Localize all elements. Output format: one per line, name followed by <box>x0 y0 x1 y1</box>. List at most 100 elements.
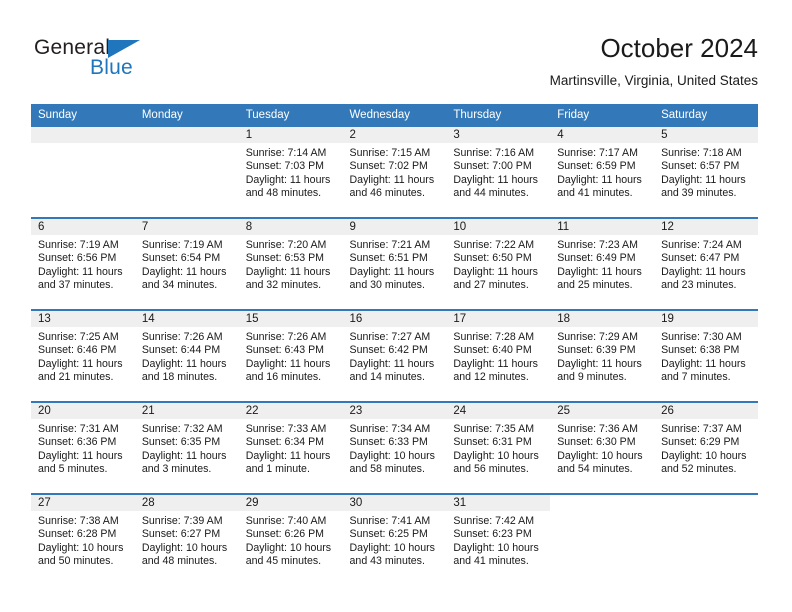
calendar-day-cell[interactable]: 26 Sunrise: 7:37 AM Sunset: 6:29 PM Dayligh… <box>654 401 758 494</box>
sunset-text: Sunset: 7:02 PM <box>349 160 428 173</box>
day-number: 29 <box>238 495 343 511</box>
sunrise-text: Sunrise: 7:25 AM <box>38 331 119 343</box>
day-cell-inner: 1 Sunrise: 7:14 AM Sunset: 7:03 PM Daylight… <box>238 127 343 215</box>
sunrise-text: Sunrise: 7:26 AM <box>245 331 327 343</box>
daylight-text-line2: and 30 minutes. <box>349 279 425 292</box>
calendar-day-cell[interactable]: 21 Sunrise: 7:32 AM Sunset: 6:35 PM Dayligh… <box>134 401 239 494</box>
calendar-day-cell[interactable]: 19 Sunrise: 7:30 AM Sunset: 6:38 PM Dayligh… <box>654 309 758 402</box>
sunrise-text: Sunrise: 7:40 AM <box>245 515 327 527</box>
title-block: October 2024 Martinsville, Virginia, Uni… <box>550 32 758 91</box>
calendar-day-cell[interactable]: 6 Sunrise: 7:19 AM Sunset: 6:56 PM Daylight… <box>31 217 135 310</box>
calendar-day-cell[interactable]: 15 Sunrise: 7:26 AM Sunset: 6:43 PM Dayligh… <box>238 309 343 402</box>
calendar-day-cell[interactable]: 20 Sunrise: 7:31 AM Sunset: 6:36 PM Dayligh… <box>31 401 135 494</box>
calendar-day-cell[interactable]: 1 Sunrise: 7:14 AM Sunset: 7:03 PM Daylight… <box>238 127 343 218</box>
day-number: 9 <box>342 219 447 235</box>
daylight-text-line1: Daylight: 11 hours <box>349 265 435 278</box>
calendar-day-cell[interactable]: 11 Sunrise: 7:23 AM Sunset: 6:49 PM Dayligh… <box>550 217 655 310</box>
sunrise-text: Sunrise: 7:14 AM <box>245 147 327 159</box>
day-number: 31 <box>446 495 551 511</box>
calendar-day-cell[interactable]: 31 Sunrise: 7:42 AM Sunset: 6:23 PM Dayligh… <box>446 493 551 585</box>
calendar-day-cell[interactable]: 13 Sunrise: 7:25 AM Sunset: 6:46 PM Dayligh… <box>31 309 135 402</box>
page-subtitle: Martinsville, Virginia, United States <box>549 73 758 88</box>
day-cell-inner: 2 Sunrise: 7:15 AM Sunset: 7:02 PM Daylight… <box>342 127 447 215</box>
daylight-text-line2: and 41 minutes. <box>453 555 529 568</box>
calendar-day-cell[interactable]: 18 Sunrise: 7:29 AM Sunset: 6:39 PM Dayligh… <box>550 309 655 402</box>
calendar-day-cell[interactable]: 28 Sunrise: 7:39 AM Sunset: 6:27 PM Dayligh… <box>134 493 239 585</box>
calendar-day-cell[interactable]: 16 Sunrise: 7:27 AM Sunset: 6:42 PM Dayligh… <box>342 309 447 402</box>
day-number: 2 <box>342 127 447 143</box>
calendar-day-cell[interactable]: 30 Sunrise: 7:41 AM Sunset: 6:25 PM Dayligh… <box>342 493 447 585</box>
day-cell-inner: 19 Sunrise: 7:30 AM Sunset: 6:38 PM Dayligh… <box>654 311 758 399</box>
sunrise-text: Sunrise: 7:34 AM <box>349 423 431 435</box>
daylight-text-line1: Daylight: 10 hours <box>245 541 332 554</box>
sunset-text: Sunset: 6:36 PM <box>38 436 117 449</box>
sunset-text: Sunset: 6:50 PM <box>453 252 532 265</box>
sunrise-text: Sunrise: 7:21 AM <box>349 239 431 251</box>
day-number: 27 <box>31 495 135 511</box>
calendar-day-cell[interactable]: 27 Sunrise: 7:38 AM Sunset: 6:28 PM Dayligh… <box>31 493 135 585</box>
sunset-text: Sunset: 6:25 PM <box>349 528 428 541</box>
sunset-text: Sunset: 6:57 PM <box>661 160 740 173</box>
daylight-text-line1: Daylight: 11 hours <box>141 449 227 462</box>
daylight-text-line2: and 39 minutes. <box>661 187 737 200</box>
daylight-text-line1: Daylight: 11 hours <box>245 449 331 462</box>
day-cell-inner: 4 Sunrise: 7:17 AM Sunset: 6:59 PM Daylight… <box>550 127 655 215</box>
calendar-container: Sunday Monday Tuesday Wednesday Thursday… <box>31 104 758 585</box>
calendar-day-cell[interactable]: 8 Sunrise: 7:20 AM Sunset: 6:53 PM Daylight… <box>238 217 343 310</box>
calendar-day-cell[interactable]: 22 Sunrise: 7:33 AM Sunset: 6:34 PM Dayligh… <box>238 401 343 494</box>
calendar-day-cell[interactable]: 29 Sunrise: 7:40 AM Sunset: 6:26 PM Dayligh… <box>238 493 343 585</box>
calendar-day-cell[interactable]: 7 Sunrise: 7:19 AM Sunset: 6:54 PM Daylight… <box>134 217 239 310</box>
daylight-text-line2: and 41 minutes. <box>557 187 633 200</box>
day-number: 19 <box>654 311 758 327</box>
day-number: 30 <box>342 495 447 511</box>
day-cell-inner <box>550 495 654 583</box>
calendar-day-cell[interactable]: 25 Sunrise: 7:36 AM Sunset: 6:30 PM Dayligh… <box>550 401 655 494</box>
calendar-day-cell[interactable] <box>134 127 239 218</box>
calendar-day-cell[interactable] <box>550 493 655 585</box>
day-number: 20 <box>31 403 135 419</box>
calendar-day-cell[interactable]: 2 Sunrise: 7:15 AM Sunset: 7:02 PM Daylight… <box>342 127 447 218</box>
sunset-text: Sunset: 6:23 PM <box>453 528 532 541</box>
day-number: 10 <box>446 219 551 235</box>
daylight-text-line2: and 52 minutes. <box>661 463 737 476</box>
calendar-day-cell[interactable]: 17 Sunrise: 7:28 AM Sunset: 6:40 PM Dayligh… <box>446 309 551 402</box>
calendar-day-cell[interactable]: 10 Sunrise: 7:22 AM Sunset: 6:50 PM Dayligh… <box>446 217 551 310</box>
sunrise-text: Sunrise: 7:19 AM <box>38 239 119 251</box>
calendar-day-cell[interactable] <box>654 493 758 585</box>
calendar-day-cell[interactable] <box>31 127 135 218</box>
day-cell-inner: 12 Sunrise: 7:24 AM Sunset: 6:47 PM Dayligh… <box>654 219 758 307</box>
sunset-text: Sunset: 6:59 PM <box>557 160 636 173</box>
daylight-text-line1: Daylight: 11 hours <box>557 173 642 186</box>
daylight-text-line2: and 9 minutes. <box>557 371 627 384</box>
day-cell-inner: 5 Sunrise: 7:18 AM Sunset: 6:57 PM Daylight… <box>654 127 758 215</box>
calendar-day-cell[interactable]: 3 Sunrise: 7:16 AM Sunset: 7:00 PM Daylight… <box>446 127 551 218</box>
calendar-day-cell[interactable]: 14 Sunrise: 7:26 AM Sunset: 6:44 PM Dayligh… <box>134 309 239 402</box>
daylight-text-line2: and 58 minutes. <box>349 463 425 476</box>
sun-info: Sunrise: 7:14 AM Sunset: 7:03 PM Daylight:… <box>239 143 343 201</box>
calendar-day-cell[interactable]: 23 Sunrise: 7:34 AM Sunset: 6:33 PM Dayligh… <box>342 401 447 494</box>
daylight-text-line1: Daylight: 11 hours <box>661 173 746 186</box>
sunrise-text: Sunrise: 7:22 AM <box>453 239 535 251</box>
sunrise-text: Sunrise: 7:28 AM <box>453 331 535 343</box>
daylight-text-line2: and 23 minutes. <box>661 279 737 292</box>
calendar-day-cell[interactable]: 24 Sunrise: 7:35 AM Sunset: 6:31 PM Dayligh… <box>446 401 551 494</box>
calendar-day-cell[interactable]: 12 Sunrise: 7:24 AM Sunset: 6:47 PM Dayligh… <box>654 217 758 310</box>
day-cell-inner: 8 Sunrise: 7:20 AM Sunset: 6:53 PM Daylight… <box>238 219 343 307</box>
daylight-text-line2: and 44 minutes. <box>453 187 529 200</box>
sun-info: Sunrise: 7:29 AM Sunset: 6:39 PM Daylight:… <box>550 327 654 385</box>
daylight-text-line2: and 27 minutes. <box>453 279 529 292</box>
calendar-day-cell[interactable]: 4 Sunrise: 7:17 AM Sunset: 6:59 PM Daylight… <box>550 127 655 218</box>
sunset-text: Sunset: 7:03 PM <box>245 160 325 173</box>
sun-info: Sunrise: 7:31 AM Sunset: 6:36 PM Daylight:… <box>31 419 135 477</box>
calendar-day-cell[interactable]: 9 Sunrise: 7:21 AM Sunset: 6:51 PM Daylight… <box>342 217 447 310</box>
sunset-text: Sunset: 6:53 PM <box>245 252 325 265</box>
calendar-day-cell[interactable]: 5 Sunrise: 7:18 AM Sunset: 6:57 PM Daylight… <box>654 127 758 218</box>
daylight-text-line2: and 34 minutes. <box>141 279 218 292</box>
sunset-text: Sunset: 6:40 PM <box>453 344 532 357</box>
day-number: 8 <box>238 219 343 235</box>
daylight-text-line1: Daylight: 11 hours <box>38 265 123 278</box>
general-blue-logo[interactable]: General Blue <box>34 36 214 84</box>
day-number: 24 <box>446 403 551 419</box>
sun-info: Sunrise: 7:23 AM Sunset: 6:49 PM Daylight:… <box>550 235 654 293</box>
sunset-text: Sunset: 6:26 PM <box>245 528 325 541</box>
